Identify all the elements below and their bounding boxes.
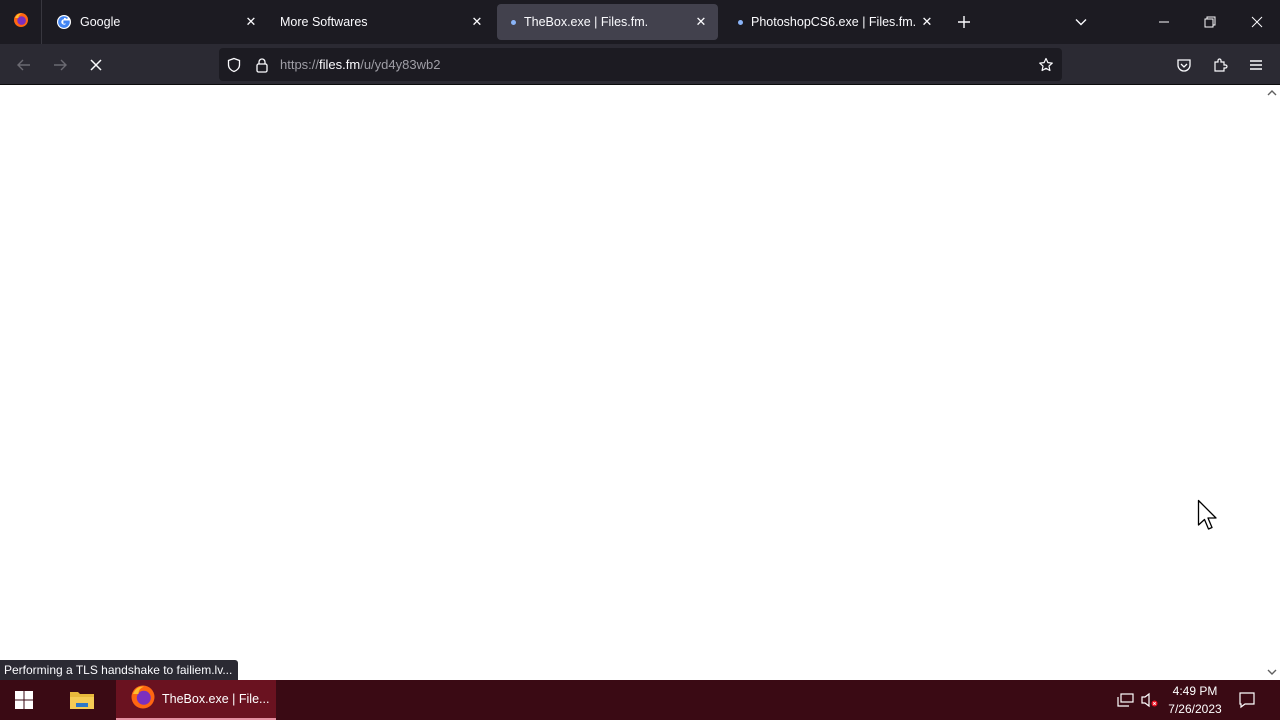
action-center-icon[interactable] xyxy=(1238,691,1256,709)
tab-title: PhotoshopCS6.exe | Files.fm. xyxy=(751,15,917,29)
stop-loading-icon xyxy=(90,59,102,71)
volume-muted-icon[interactable] xyxy=(1141,691,1159,709)
system-clock[interactable]: 4:49 PM 7/26/2023 xyxy=(1163,682,1227,718)
chevron-down-icon xyxy=(1075,19,1087,26)
minimize-button[interactable] xyxy=(1141,0,1187,44)
plus-icon xyxy=(958,16,970,28)
google-icon xyxy=(56,14,72,30)
close-tab-icon[interactable]: ✕ xyxy=(692,13,710,31)
lock-icon[interactable] xyxy=(253,56,271,74)
status-panel: Performing a TLS handshake to failiem.lv… xyxy=(0,660,239,680)
tab-strip: Google ✕ More Softwares ✕ TheBox.exe | F… xyxy=(0,0,1280,44)
folder-icon xyxy=(70,692,94,709)
firefox-logo-icon xyxy=(13,12,29,33)
navigation-toolbar: https://files.fm/u/yd4y83wb2 xyxy=(0,44,1280,85)
app-menu-button[interactable] xyxy=(1241,50,1271,80)
tab-title: More Softwares xyxy=(280,15,368,29)
list-all-tabs-button[interactable] xyxy=(1067,8,1095,36)
stop-button[interactable] xyxy=(81,50,111,80)
tracking-protection-shield-icon[interactable] xyxy=(225,56,243,74)
clock-date: 7/26/2023 xyxy=(1168,702,1222,716)
new-tab-button[interactable] xyxy=(950,8,978,36)
url-text[interactable]: https://files.fm/u/yd4y83wb2 xyxy=(280,57,440,72)
windows-logo-icon xyxy=(15,691,33,709)
loading-dot-icon xyxy=(511,19,516,25)
restore-icon xyxy=(1204,16,1216,28)
url-path: /u/yd4y83wb2 xyxy=(360,57,441,72)
start-button[interactable] xyxy=(0,680,48,720)
minimize-icon xyxy=(1159,21,1169,23)
bookmark-star-icon[interactable] xyxy=(1037,56,1055,74)
close-tab-icon[interactable]: ✕ xyxy=(242,13,260,31)
network-icon[interactable] xyxy=(1117,691,1135,709)
arrow-left-icon xyxy=(17,59,30,71)
close-window-button[interactable] xyxy=(1234,0,1280,44)
loading-dot-icon xyxy=(738,19,743,25)
url-host: files.fm xyxy=(319,57,361,72)
taskbar-firefox[interactable]: TheBox.exe | File... xyxy=(116,680,276,720)
url-bar[interactable]: https://files.fm/u/yd4y83wb2 xyxy=(219,48,1062,81)
pocket-icon xyxy=(1177,59,1191,72)
forward-button[interactable] xyxy=(45,50,75,80)
firefox-logo-icon xyxy=(130,684,156,715)
page-content-area[interactable] xyxy=(0,85,1264,680)
extensions-button[interactable] xyxy=(1205,50,1235,80)
puzzle-piece-icon xyxy=(1214,58,1228,72)
arrow-right-icon xyxy=(54,59,67,71)
close-tab-icon[interactable]: ✕ xyxy=(918,13,936,31)
firefox-view-button[interactable] xyxy=(0,0,42,44)
close-tab-icon[interactable]: ✕ xyxy=(468,13,486,31)
restore-button[interactable] xyxy=(1187,0,1233,44)
vertical-scrollbar[interactable] xyxy=(1264,85,1280,680)
tab-title: TheBox.exe | Files.fm. xyxy=(524,15,649,29)
back-button[interactable] xyxy=(9,50,39,80)
windows-taskbar: TheBox.exe | File... 4:49 PM 7/26/2023 xyxy=(0,680,1280,720)
scroll-down-icon[interactable] xyxy=(1264,665,1280,679)
tab-photoshop[interactable]: PhotoshopCS6.exe | Files.fm. ✕ xyxy=(722,4,944,40)
hamburger-menu-icon xyxy=(1250,60,1262,70)
tab-title: Google xyxy=(80,15,121,29)
tab-thebox[interactable]: TheBox.exe | Files.fm. ✕ xyxy=(497,4,718,40)
url-scheme: https:// xyxy=(280,57,320,72)
tab-google[interactable]: Google ✕ xyxy=(46,4,268,40)
clock-time: 4:49 PM xyxy=(1172,684,1218,698)
scroll-up-icon[interactable] xyxy=(1264,86,1280,100)
taskbar-file-explorer[interactable] xyxy=(58,680,106,720)
close-icon xyxy=(1251,16,1263,28)
pocket-button[interactable] xyxy=(1169,50,1199,80)
tab-more-softwares[interactable]: More Softwares ✕ xyxy=(272,4,494,40)
taskbar-app-label: TheBox.exe | File... xyxy=(162,692,270,706)
mouse-pointer-icon xyxy=(1197,499,1219,538)
